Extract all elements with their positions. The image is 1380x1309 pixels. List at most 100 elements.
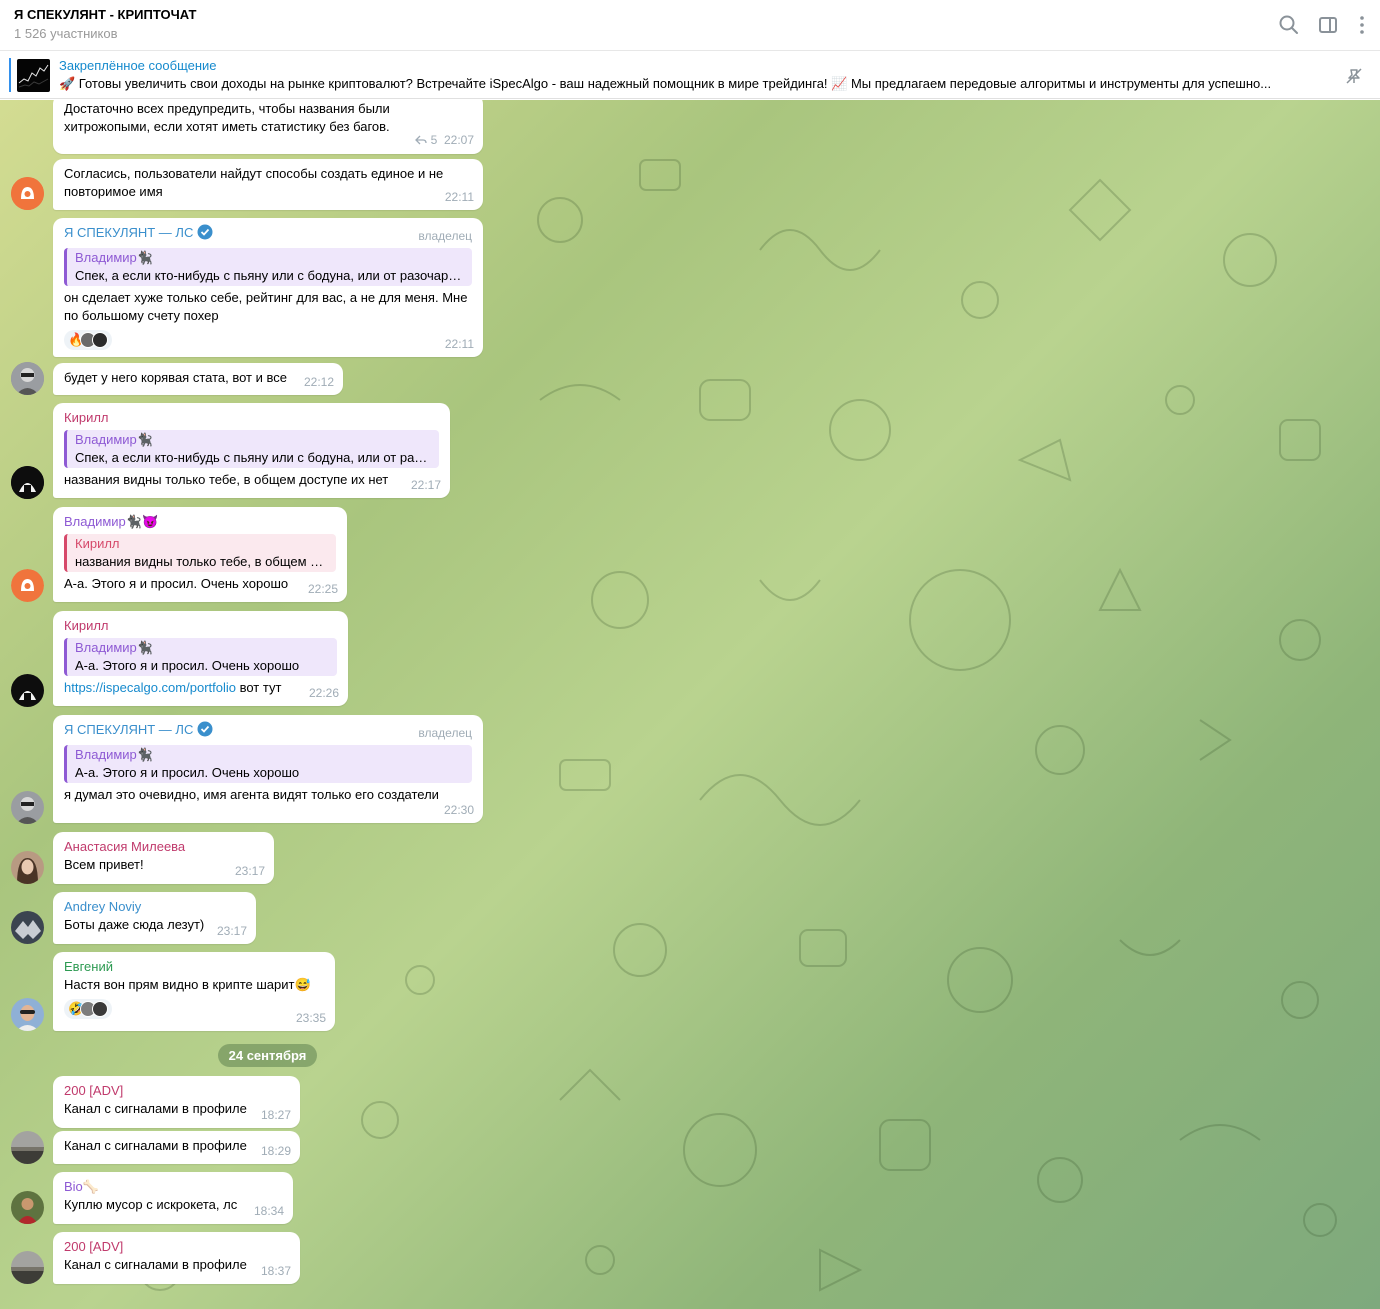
- avatar[interactable]: [11, 569, 44, 602]
- message-bubble[interactable]: Согласись, пользователи найдут способы с…: [53, 159, 483, 210]
- reply-quote[interactable]: Владимир🐈‍⬛ Спек, а если кто-нибудь с пь…: [64, 430, 439, 468]
- sender-name[interactable]: Евгений: [64, 958, 324, 976]
- message-time: 18:27: [260, 1108, 291, 1122]
- pinned-message[interactable]: Закреплённое сообщение 🚀 Готовы увеличит…: [0, 52, 1380, 99]
- sender-name[interactable]: Анастасия Милеева: [64, 838, 263, 856]
- message-time: 22:12: [303, 375, 334, 389]
- member-count[interactable]: 1 526 участников: [14, 26, 118, 41]
- chat-title[interactable]: Я СПЕКУЛЯНТ - КРИПТОЧАТ: [14, 7, 196, 22]
- message-text: Куплю мусор с искрокета, лс: [64, 1197, 238, 1212]
- message-text: Достаточно всех предупредить, чтобы назв…: [64, 101, 390, 134]
- reactor-avatar: [92, 332, 109, 348]
- avatar[interactable]: [11, 998, 44, 1031]
- chat-header: Я СПЕКУЛЯНТ - КРИПТОЧАТ 1 526 участников: [0, 0, 1380, 51]
- message-text: Канал с сигналами в профиле: [64, 1138, 247, 1153]
- message-link[interactable]: https://ispecalgo.com/portfolio: [64, 680, 236, 695]
- message-bubble[interactable]: Евгений Настя вон прям видно в крипте ша…: [53, 952, 335, 1031]
- unpin-icon[interactable]: [1344, 66, 1364, 86]
- sender-name[interactable]: Кирилл: [64, 617, 337, 635]
- reaction-chip[interactable]: 🔥: [64, 330, 113, 350]
- message-text: я думал это очевидно, имя агента видят т…: [64, 787, 439, 802]
- message-text: вот тут: [235, 680, 282, 695]
- sender-name[interactable]: Владимир🐈‍⬛😈: [64, 513, 336, 531]
- message-bubble[interactable]: Я СПЕКУЛЯНТ — ЛС владелец Владимир🐈‍⬛ А-…: [53, 715, 483, 823]
- message-bubble[interactable]: Канал с сигналами в профиле 18:29: [53, 1131, 300, 1164]
- quote-sender: Владимир🐈‍⬛: [75, 747, 153, 762]
- more-vertical-icon[interactable]: [1349, 12, 1375, 38]
- owner-badge: владелец: [418, 229, 472, 243]
- message-bubble[interactable]: Кирилл Владимир🐈‍⬛ А-а. Этого я и просил…: [53, 611, 348, 706]
- reactions[interactable]: 🤣: [64, 999, 324, 1019]
- sender-name[interactable]: Bio🦴: [64, 1178, 282, 1196]
- message-bubble[interactable]: Кирилл Владимир🐈‍⬛ Спек, а если кто-нибу…: [53, 403, 450, 498]
- message-time: 22:07: [443, 133, 474, 147]
- reply-icon[interactable]: [414, 132, 427, 150]
- chat-area[interactable]: Достаточно всех предупредить, чтобы назв…: [0, 100, 1380, 1309]
- quote-text: А-а. Этого я и просил. Очень хорошо: [75, 658, 300, 673]
- sender-name[interactable]: Я СПЕКУЛЯНТ — ЛС: [64, 722, 193, 737]
- search-icon[interactable]: [1276, 12, 1302, 38]
- reactor-avatar: [92, 1001, 109, 1017]
- verified-badge-icon: [197, 721, 213, 742]
- avatar[interactable]: [11, 674, 44, 707]
- sender-name[interactable]: 200 [ADV]: [64, 1082, 289, 1100]
- reply-quote[interactable]: Владимир🐈‍⬛ Спек, а если кто-нибудь с пь…: [64, 248, 472, 286]
- message-text: Канал с сигналами в профиле: [64, 1257, 247, 1272]
- message-bubble[interactable]: Andrey Noviy Боты даже сюда лезут) 23:17: [53, 892, 256, 944]
- message-bubble[interactable]: Владимир🐈‍⬛😈 Кирилл названия видны тольк…: [53, 507, 347, 602]
- message-text: А-а. Этого я и просил. Очень хорошо: [64, 576, 289, 591]
- sidebar-toggle-icon[interactable]: [1315, 12, 1341, 38]
- quote-text: Спек, а если кто-нибудь с пьяну или с бо…: [75, 268, 464, 283]
- pinned-indicator: [9, 58, 11, 92]
- avatar[interactable]: [11, 791, 44, 824]
- message-time: 18:29: [260, 1144, 291, 1158]
- message-time: 22:25: [307, 582, 338, 596]
- avatar[interactable]: [11, 1191, 44, 1224]
- reply-count[interactable]: 5: [431, 133, 438, 147]
- message-bubble[interactable]: Bio🦴 Куплю мусор с искрокета, лс 18:34: [53, 1172, 293, 1224]
- reply-quote[interactable]: Кирилл названия видны только тебе, в общ…: [64, 534, 336, 572]
- avatar[interactable]: [11, 1251, 44, 1284]
- message-time: 22:26: [308, 686, 339, 700]
- avatar[interactable]: [11, 1131, 44, 1164]
- quote-text: Спек, а если кто-нибудь с пьяну или с бо…: [75, 450, 431, 465]
- quote-sender: Кирилл: [75, 536, 120, 551]
- avatar[interactable]: [11, 466, 44, 499]
- message-text: будет у него корявая стата, вот и все: [64, 370, 287, 385]
- message-text: Согласись, пользователи найдут способы с…: [64, 166, 444, 199]
- message-time: 23:35: [295, 1011, 326, 1025]
- message-text: названия видны только тебе, в общем дост…: [64, 472, 389, 487]
- reply-quote[interactable]: Владимир🐈‍⬛ А-а. Этого я и просил. Очень…: [64, 745, 472, 783]
- message-bubble[interactable]: Анастасия Милеева Всем привет! 23:17: [53, 832, 274, 884]
- quote-sender: Владимир🐈‍⬛: [75, 432, 153, 447]
- message-bubble[interactable]: будет у него корявая стата, вот и все 22…: [53, 363, 343, 395]
- message-time: 22:17: [410, 478, 441, 492]
- avatar[interactable]: [11, 362, 44, 395]
- pinned-thumbnail: [17, 59, 50, 92]
- message-bubble[interactable]: 200 [ADV] Канал с сигналами в профиле 18…: [53, 1076, 300, 1128]
- message-time: 22:30: [443, 803, 474, 817]
- quote-sender: Владимир🐈‍⬛: [75, 250, 153, 265]
- sender-name[interactable]: Кирилл: [64, 409, 439, 427]
- quote-text: А-а. Этого я и просил. Очень хорошо: [75, 765, 300, 780]
- avatar[interactable]: [11, 911, 44, 944]
- message-time: 22:11: [444, 190, 474, 204]
- sender-name[interactable]: Andrey Noviy: [64, 898, 245, 916]
- message-bubble[interactable]: 200 [ADV] Канал с сигналами в профиле 18…: [53, 1232, 300, 1284]
- message-bubble[interactable]: Достаточно всех предупредить, чтобы назв…: [53, 100, 483, 154]
- sender-name[interactable]: Я СПЕКУЛЯНТ — ЛС: [64, 225, 193, 240]
- avatar[interactable]: [11, 177, 44, 210]
- reaction-chip[interactable]: 🤣: [64, 999, 113, 1019]
- message-bubble[interactable]: Я СПЕКУЛЯНТ — ЛС владелец Владимир🐈‍⬛ Сп…: [53, 218, 483, 357]
- avatar[interactable]: [11, 851, 44, 884]
- message-text: Канал с сигналами в профиле: [64, 1101, 247, 1116]
- quote-text: названия видны только тебе, в общем дост…: [75, 554, 328, 569]
- message-time: 22:11: [444, 337, 474, 351]
- quote-sender: Владимир🐈‍⬛: [75, 640, 153, 655]
- message-time: 18:34: [253, 1204, 284, 1218]
- reply-quote[interactable]: Владимир🐈‍⬛ А-а. Этого я и просил. Очень…: [64, 638, 337, 676]
- date-divider[interactable]: 24 сентября: [218, 1044, 317, 1067]
- reactions[interactable]: 🔥: [64, 330, 472, 350]
- sender-name[interactable]: 200 [ADV]: [64, 1238, 289, 1256]
- message-text: Всем привет!: [64, 857, 144, 872]
